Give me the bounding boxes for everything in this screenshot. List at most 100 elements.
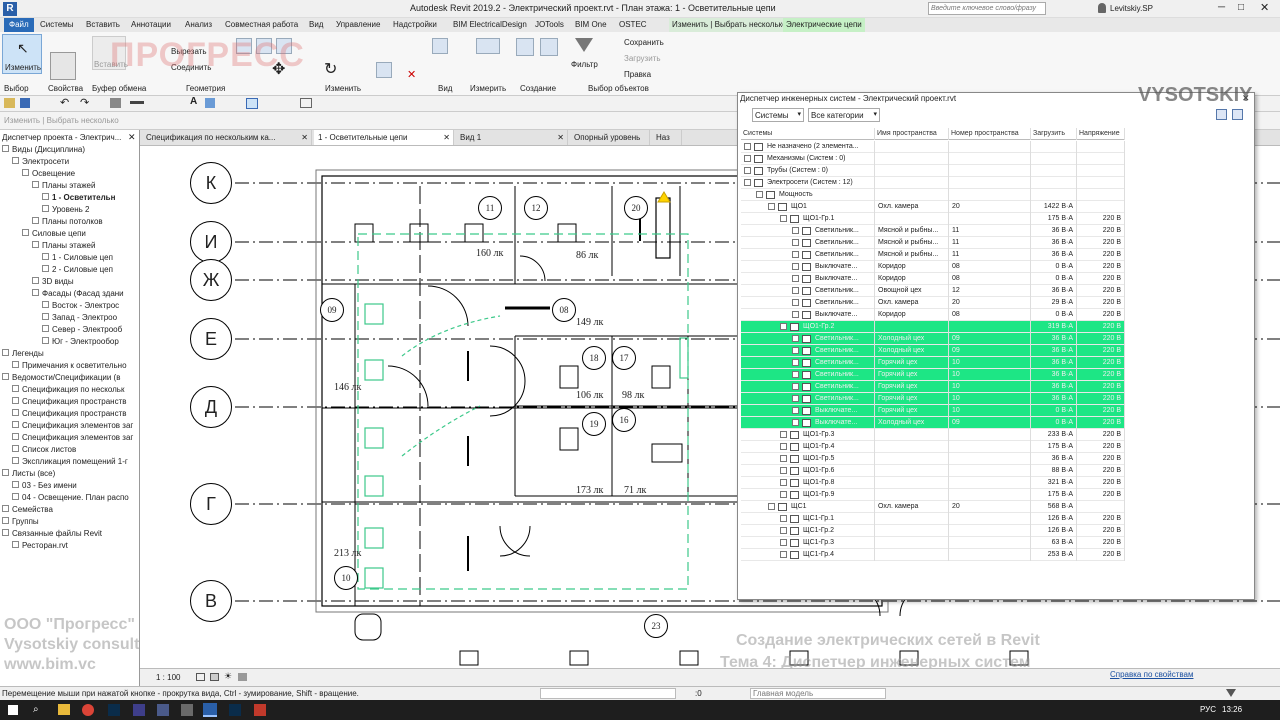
expand-toggle-icon[interactable] bbox=[42, 205, 49, 212]
table-row[interactable]: Светильник... Горячий цех 10 36 В·А 220 В bbox=[741, 369, 1125, 381]
browser-tree-item[interactable]: Планы этажей bbox=[0, 240, 139, 252]
table-row[interactable]: Светильник... Холодный цех 09 36 В·А 220 В bbox=[741, 345, 1125, 357]
ribbon-tab-9[interactable]: BIM ElectricalDesign bbox=[453, 18, 527, 32]
room-tag[interactable]: 12 bbox=[524, 196, 548, 220]
expand-toggle-icon[interactable] bbox=[22, 229, 29, 236]
expand-toggle-icon[interactable] bbox=[12, 433, 19, 440]
table-row[interactable]: Светильник... Горячий цех 10 36 В·А 220 В bbox=[741, 381, 1125, 393]
minimize-button[interactable]: ─ bbox=[1218, 2, 1225, 13]
ribbon-panel-label[interactable]: Создание bbox=[520, 84, 556, 93]
ribbon-tab-5[interactable]: Совместная работа bbox=[225, 18, 298, 32]
ribbon-panel-label[interactable]: Выбор bbox=[4, 84, 29, 93]
close-icon[interactable]: ✕ bbox=[301, 130, 308, 145]
ribbon-panel-label[interactable]: Геометрия bbox=[186, 84, 225, 93]
open-icon[interactable] bbox=[4, 98, 15, 108]
table-row[interactable]: Светильник... Мясной и рыбны... 11 36 В·А 22… bbox=[741, 249, 1125, 261]
rotate-icon[interactable]: ↻ bbox=[324, 62, 340, 78]
explorer-icon[interactable] bbox=[58, 704, 70, 715]
table-row[interactable]: ЩО1-Гр.1 175 В·А 220 В bbox=[741, 213, 1125, 225]
column-header[interactable]: Имя пространства bbox=[875, 128, 949, 140]
browser-tree-item[interactable]: Планы потолков bbox=[0, 216, 139, 228]
expand-toggle-icon[interactable] bbox=[42, 253, 49, 260]
room-tag[interactable]: 20 bbox=[624, 196, 648, 220]
expand-toggle-icon[interactable] bbox=[2, 517, 9, 524]
tab-view[interactable]: Наз bbox=[652, 130, 682, 145]
grid-bubble[interactable]: Е bbox=[190, 318, 232, 360]
column-header[interactable]: Системы bbox=[741, 128, 875, 140]
ribbon-tab-8[interactable]: Надстройки bbox=[393, 18, 437, 32]
expand-toggle-icon[interactable] bbox=[12, 361, 19, 368]
table-row[interactable]: Электросети (Систем : 12) bbox=[741, 177, 1125, 189]
ribbon-panel-label[interactable]: Свойства bbox=[48, 84, 83, 93]
grid-bubble[interactable]: Д bbox=[190, 386, 232, 428]
tab-view[interactable]: 1 - Осветительные цепи ✕ bbox=[314, 130, 454, 145]
ribbon-panel-label[interactable]: Изменить bbox=[325, 84, 361, 93]
table-row[interactable]: Мощность bbox=[741, 189, 1125, 201]
table-row[interactable]: ЩО1-Гр.4 175 В·А 220 В bbox=[741, 441, 1125, 453]
start-icon[interactable] bbox=[8, 705, 18, 715]
table-row[interactable]: Не назначено (2 элемента... bbox=[741, 141, 1125, 153]
switch-windows-icon[interactable] bbox=[300, 98, 312, 108]
browser-tree-item[interactable]: Листы (все) bbox=[0, 468, 139, 480]
room-tag[interactable]: 16 bbox=[612, 408, 636, 432]
browser-tree-item[interactable]: Уровень 2 bbox=[0, 204, 139, 216]
delete-icon[interactable]: ✕ bbox=[407, 68, 423, 84]
close-icon[interactable]: ✕ bbox=[443, 130, 450, 145]
room-tag[interactable]: 11 bbox=[478, 196, 502, 220]
table-row[interactable]: Светильник... Овощной цех 12 36 В·А 220 В bbox=[741, 285, 1125, 297]
auto-fit-icon[interactable] bbox=[1232, 109, 1243, 120]
column-settings-icon[interactable] bbox=[1216, 109, 1227, 120]
table-row[interactable]: Светильник... Охл. камера 20 29 В·А 220 В bbox=[741, 297, 1125, 309]
properties-button[interactable] bbox=[50, 52, 76, 80]
ribbon-panel-label[interactable]: Измерить bbox=[470, 84, 506, 93]
browser-tree-item[interactable]: Группы bbox=[0, 516, 139, 528]
browser-tree-item[interactable]: Запад - Электроо bbox=[0, 312, 139, 324]
ribbon-tab-10[interactable]: JOTools bbox=[535, 18, 564, 32]
column-header[interactable]: Загрузить bbox=[1031, 128, 1077, 140]
ribbon-tab-3[interactable]: Аннотации bbox=[131, 18, 171, 32]
save-icon[interactable] bbox=[20, 98, 30, 108]
table-row[interactable]: ЩС1-Гр.4 253 В·А 220 В bbox=[741, 549, 1125, 561]
table-row[interactable]: ЩО1-Гр.8 321 В·А 220 В bbox=[741, 477, 1125, 489]
table-row[interactable]: Светильник... Мясной и рыбны... 11 36 В·А 22… bbox=[741, 225, 1125, 237]
browser-tree-item[interactable]: Силовые цепи bbox=[0, 228, 139, 240]
systems-filter-select[interactable]: Системы ▾ bbox=[752, 108, 804, 122]
user-icon[interactable] bbox=[1098, 3, 1106, 13]
column-header[interactable]: Напряжение bbox=[1077, 128, 1125, 140]
text-tool-icon[interactable]: A bbox=[190, 96, 197, 107]
create-group-icon[interactable] bbox=[540, 38, 558, 56]
filter-icon[interactable] bbox=[575, 38, 593, 52]
ribbon-tab-12[interactable]: OSTEC bbox=[619, 18, 647, 32]
grid-bubble[interactable]: В bbox=[190, 580, 232, 622]
browser-tree-item[interactable]: Спецификация элементов заг bbox=[0, 420, 139, 432]
expand-toggle-icon[interactable] bbox=[42, 265, 49, 272]
ribbon-tab-2[interactable]: Вставить bbox=[86, 18, 120, 32]
browser-tree-item[interactable]: Семейства bbox=[0, 504, 139, 516]
table-row[interactable]: Выключате... Холодный цех 09 0 В·А 220 В bbox=[741, 417, 1125, 429]
room-tag[interactable]: 08 bbox=[552, 298, 576, 322]
table-row[interactable]: ЩС1-Гр.1 126 В·А 220 В bbox=[741, 513, 1125, 525]
table-row[interactable]: Выключате... Коридор 08 0 В·А 220 В bbox=[741, 261, 1125, 273]
expand-toggle-icon[interactable] bbox=[12, 385, 19, 392]
table-row[interactable]: Трубы (Систем : 0) bbox=[741, 165, 1125, 177]
close-button[interactable]: ✕ bbox=[1260, 1, 1269, 14]
table-row[interactable]: Светильник... Мясной и рыбны... 11 36 В·А 22… bbox=[741, 237, 1125, 249]
undo-icon[interactable]: ↶ bbox=[60, 96, 69, 109]
browser-tree-item[interactable]: Планы этажей bbox=[0, 180, 139, 192]
create-assembly-icon[interactable] bbox=[516, 38, 534, 56]
expand-toggle-icon[interactable] bbox=[12, 457, 19, 464]
table-row[interactable]: ЩО1-Гр.6 88 В·А 220 В bbox=[741, 465, 1125, 477]
browser-tree-item[interactable]: Спецификация элементов заг bbox=[0, 432, 139, 444]
browser-tree-item[interactable]: 03 - Без имени bbox=[0, 480, 139, 492]
ribbon-tab-14[interactable]: Электрические цепи bbox=[783, 18, 865, 32]
view-icon[interactable] bbox=[432, 38, 448, 54]
expand-toggle-icon[interactable] bbox=[42, 337, 49, 344]
expand-toggle-icon[interactable] bbox=[42, 193, 49, 200]
tab-view[interactable]: Спецификация по нескольким ка... ✕ bbox=[142, 130, 312, 145]
table-row[interactable]: ЩС1-Гр.2 126 В·А 220 В bbox=[741, 525, 1125, 537]
room-tag[interactable]: 10 bbox=[334, 566, 358, 590]
expand-toggle-icon[interactable] bbox=[22, 169, 29, 176]
redo-icon[interactable]: ↷ bbox=[80, 96, 89, 109]
expand-toggle-icon[interactable] bbox=[42, 325, 49, 332]
column-header[interactable]: Номер пространства bbox=[949, 128, 1031, 140]
